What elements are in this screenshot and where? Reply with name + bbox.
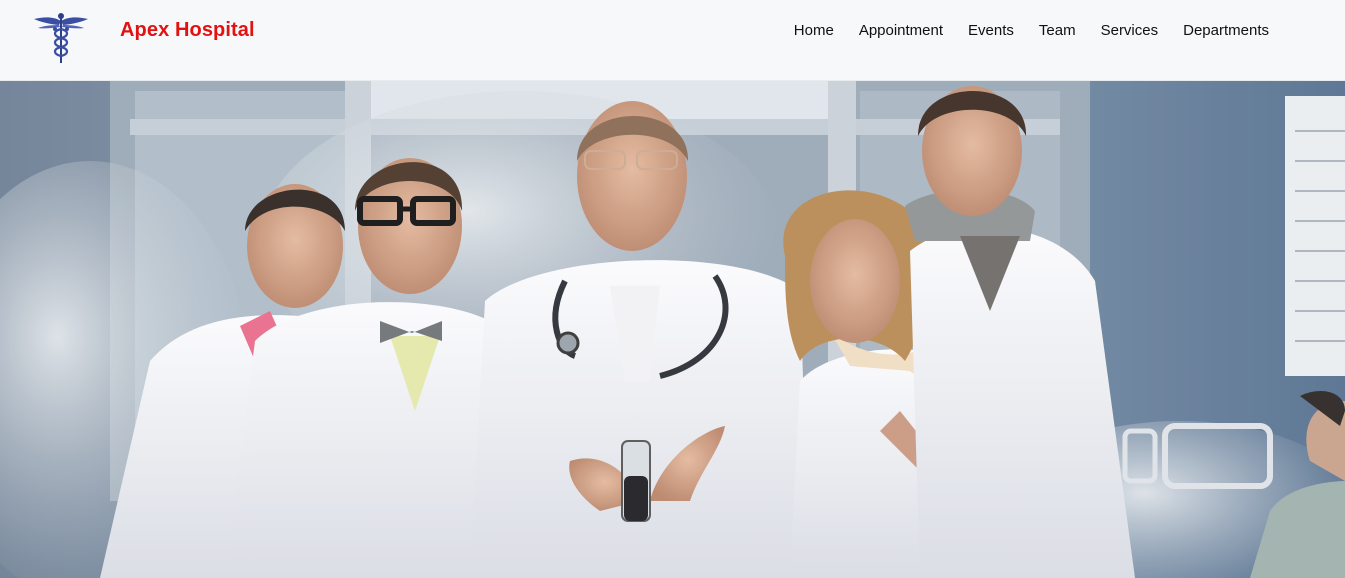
nav-item-home: Home <box>794 22 834 40</box>
nav-link-departments[interactable]: Departments <box>1183 22 1269 39</box>
nav-item-appointment: Appointment <box>859 22 943 40</box>
main-nav: Home Appointment Events Team Services De… <box>794 22 1269 40</box>
nav-item-team: Team <box>1039 22 1076 40</box>
caduceus-icon[interactable] <box>33 11 89 65</box>
nav-item-departments: Departments <box>1183 22 1269 40</box>
nav-link-events[interactable]: Events <box>968 22 1014 39</box>
nav-link-services[interactable]: Services <box>1101 22 1159 39</box>
brand-name[interactable]: Apex Hospital <box>120 19 255 42</box>
navbar: Apex Hospital Home Appointment Events Te… <box>0 0 1345 81</box>
hero-doctors-image <box>0 81 1345 578</box>
nav-link-appointment[interactable]: Appointment <box>859 22 943 39</box>
nav-item-events: Events <box>968 22 1014 40</box>
nav-item-services: Services <box>1101 22 1159 40</box>
nav-link-home[interactable]: Home <box>794 22 834 39</box>
nav-link-team[interactable]: Team <box>1039 22 1076 39</box>
